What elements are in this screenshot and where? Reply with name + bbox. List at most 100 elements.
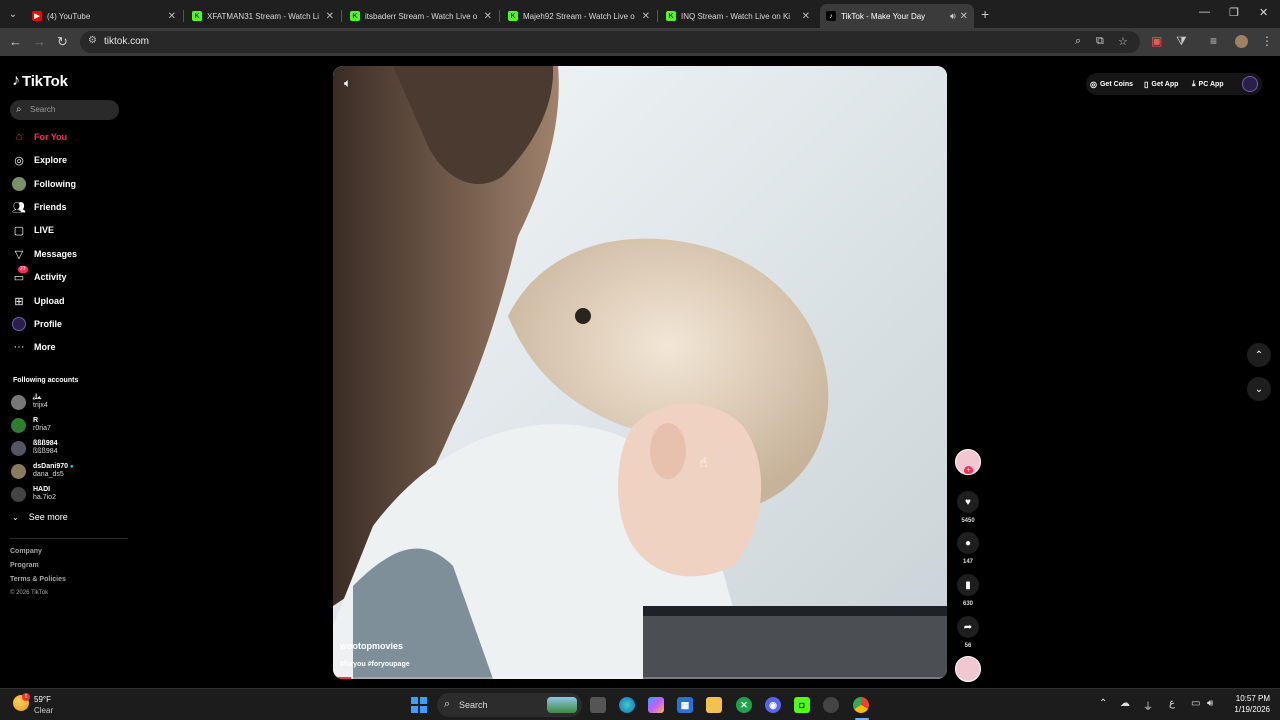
back-button[interactable]: ← bbox=[9, 34, 22, 49]
tab-youtube[interactable]: ▶ (4) YouTube ✕ bbox=[26, 4, 182, 28]
tiktok-logo[interactable]: ♪ TikTok bbox=[12, 72, 68, 90]
profile-avatar-icon[interactable] bbox=[1235, 35, 1248, 48]
following-account[interactable]: ﻪﻠﺑ trijx4 bbox=[11, 394, 48, 410]
tray-overflow-icon[interactable]: ⌃ bbox=[1099, 698, 1107, 709]
bookmark-star-icon[interactable]: ☆ bbox=[1118, 35, 1128, 48]
download-icon: ⤓ bbox=[1192, 79, 1196, 88]
close-tab-icon[interactable]: ✕ bbox=[960, 11, 968, 22]
nav-profile[interactable]: Profile bbox=[12, 315, 62, 333]
nav-friends[interactable]: 👥︎ Friends bbox=[12, 198, 67, 216]
minimize-button[interactable]: — bbox=[1199, 6, 1210, 18]
extension-icon[interactable]: ▣ bbox=[1151, 34, 1162, 48]
nav-more[interactable]: ··· More bbox=[12, 338, 56, 356]
follow-plus-icon[interactable]: + bbox=[964, 466, 973, 474]
nav-for-you[interactable]: ⌂ For You bbox=[12, 128, 68, 146]
onedrive-icon[interactable]: ☁ bbox=[1120, 698, 1130, 709]
user-avatar[interactable] bbox=[1242, 76, 1258, 92]
get-app-button[interactable]: ▯ Get App bbox=[1144, 76, 1178, 92]
search-input[interactable]: ⌕ Search bbox=[10, 100, 119, 120]
close-window-button[interactable]: ✕ bbox=[1259, 6, 1268, 19]
tab-kick-inq[interactable]: K INQ Stream - Watch Live on Ki ✕ bbox=[660, 4, 816, 28]
pc-app-button[interactable]: ⤓ PC App bbox=[1192, 76, 1224, 92]
following-account[interactable]: HADI ha.7io2 bbox=[11, 486, 56, 502]
close-tab-icon[interactable]: ✕ bbox=[484, 11, 492, 22]
discord-icon[interactable]: ◉ bbox=[765, 697, 781, 713]
nav-explore[interactable]: ◎ Explore bbox=[12, 151, 67, 169]
previous-video-button[interactable]: ⌃ bbox=[1247, 343, 1271, 367]
reload-button[interactable]: ↻ bbox=[57, 34, 68, 50]
tab-search-icon[interactable]: ⌄ bbox=[4, 5, 22, 23]
tab-separator bbox=[183, 10, 184, 22]
like-button[interactable]: ♥ bbox=[957, 491, 979, 513]
account-name: ßßß984 bbox=[33, 440, 58, 447]
nav-following[interactable]: Following bbox=[12, 175, 76, 193]
get-coins-button[interactable]: ◎ Get Coins bbox=[1090, 76, 1133, 92]
volume-tray-icon[interactable]: 🔊︎ bbox=[1207, 698, 1213, 709]
video-player[interactable]: 🔈︎ ··· ☝︎ wootopmovies #foryou #foryoupa… bbox=[333, 66, 947, 679]
tab-tiktok[interactable]: ♪ TikTok - Make Your Day 🔊︎ ✕ bbox=[820, 4, 974, 28]
restore-button[interactable]: ❐ bbox=[1229, 6, 1239, 19]
clock-time[interactable]: 10:57 PM bbox=[1230, 694, 1270, 703]
new-tab-button[interactable]: + bbox=[981, 6, 989, 22]
zoom-icon[interactable]: ⌕ bbox=[1075, 35, 1081, 48]
nav-messages[interactable]: ▽ Messages bbox=[12, 245, 77, 263]
copilot-icon[interactable] bbox=[648, 697, 664, 713]
more-options-icon[interactable]: ··· bbox=[927, 76, 937, 87]
footer-link-company[interactable]: Company bbox=[10, 548, 42, 555]
browser-menu-icon[interactable]: ⋮ bbox=[1261, 34, 1273, 48]
site-info-icon[interactable]: ⚙ bbox=[88, 35, 97, 46]
avatar bbox=[11, 417, 26, 433]
close-tab-icon[interactable]: ✕ bbox=[168, 11, 176, 22]
footer-link-terms[interactable]: Terms & Policies bbox=[10, 576, 66, 583]
steam-icon[interactable] bbox=[823, 697, 839, 713]
comment-button[interactable]: ● bbox=[957, 532, 979, 554]
taskbar-search[interactable]: ⌕ Search bbox=[437, 693, 582, 717]
video-author[interactable]: wootopmovies bbox=[340, 641, 403, 651]
close-tab-icon[interactable]: ✕ bbox=[326, 11, 334, 22]
following-account[interactable]: ßßß984 ßßß984 bbox=[11, 440, 58, 456]
music-disc-avatar[interactable] bbox=[955, 656, 981, 682]
nav-live[interactable]: ▢ LIVE bbox=[12, 221, 54, 239]
forward-button[interactable]: → bbox=[33, 34, 46, 49]
nav-activity[interactable]: ▭ 23 Activity bbox=[12, 266, 67, 286]
display-icon[interactable]: ▭ bbox=[1191, 698, 1200, 709]
nav-upload[interactable]: ⊞ Upload bbox=[12, 292, 64, 310]
footer-link-program[interactable]: Program bbox=[10, 562, 39, 569]
install-app-icon[interactable]: ⧉ bbox=[1096, 35, 1104, 48]
creator-avatar[interactable]: + bbox=[955, 449, 981, 475]
share-button[interactable]: ➦ bbox=[957, 616, 979, 638]
save-button[interactable]: ▮ bbox=[957, 574, 979, 596]
weather-temp: 59°F bbox=[34, 695, 51, 704]
clock-date[interactable]: 1/19/2026 bbox=[1224, 705, 1270, 714]
tab-kick-itsbaderr[interactable]: K itsbaderr Stream - Watch Live o ✕ bbox=[344, 4, 498, 28]
xbox-icon[interactable]: ✕ bbox=[736, 697, 752, 713]
volume-icon[interactable]: 🔈︎ bbox=[344, 76, 351, 91]
following-account[interactable]: dsDani970 ● dana_ds5 bbox=[11, 463, 74, 479]
address-bar[interactable]: ⚙ tiktok.com ⌕ ⧉ ☆ bbox=[80, 31, 1140, 53]
following-account[interactable]: Rr0ria7 bbox=[11, 417, 51, 433]
avatar bbox=[11, 394, 26, 410]
edge-icon[interactable] bbox=[619, 697, 635, 713]
chrome-icon[interactable] bbox=[853, 697, 869, 713]
bookmark-icon: ▮ bbox=[965, 579, 971, 591]
nav-label: LIVE bbox=[34, 225, 55, 235]
tab-kick-majeh92[interactable]: K Majeh92 Stream - Watch Live o ✕ bbox=[502, 4, 656, 28]
extensions-puzzle-icon[interactable]: ⧩ bbox=[1176, 34, 1187, 49]
language-icon[interactable]: ع bbox=[1169, 698, 1175, 709]
see-more-button[interactable]: ⌄ See more bbox=[12, 512, 68, 522]
video-progress[interactable] bbox=[333, 677, 947, 679]
task-view-icon[interactable] bbox=[590, 697, 606, 713]
speaker-icon[interactable]: 🔊︎ bbox=[950, 11, 956, 22]
tab-kick-xfatman31[interactable]: K XFATMAN31 Stream - Watch Li ✕ bbox=[186, 4, 340, 28]
close-tab-icon[interactable]: ✕ bbox=[802, 11, 810, 22]
store-icon[interactable]: ▦ bbox=[677, 697, 693, 713]
kick-app-icon[interactable]: ◘ bbox=[794, 697, 810, 713]
next-video-button[interactable]: ⌄ bbox=[1247, 377, 1271, 401]
microphone-icon[interactable]: ⏚ bbox=[1143, 698, 1153, 713]
windows-start-button[interactable] bbox=[411, 697, 427, 713]
address-url[interactable]: tiktok.com bbox=[104, 36, 149, 47]
reading-list-icon[interactable]: ≡ bbox=[1210, 34, 1217, 48]
video-hashtags[interactable]: #foryou #foryoupage bbox=[340, 661, 410, 668]
close-tab-icon[interactable]: ✕ bbox=[642, 11, 650, 22]
file-explorer-icon[interactable] bbox=[706, 697, 722, 713]
